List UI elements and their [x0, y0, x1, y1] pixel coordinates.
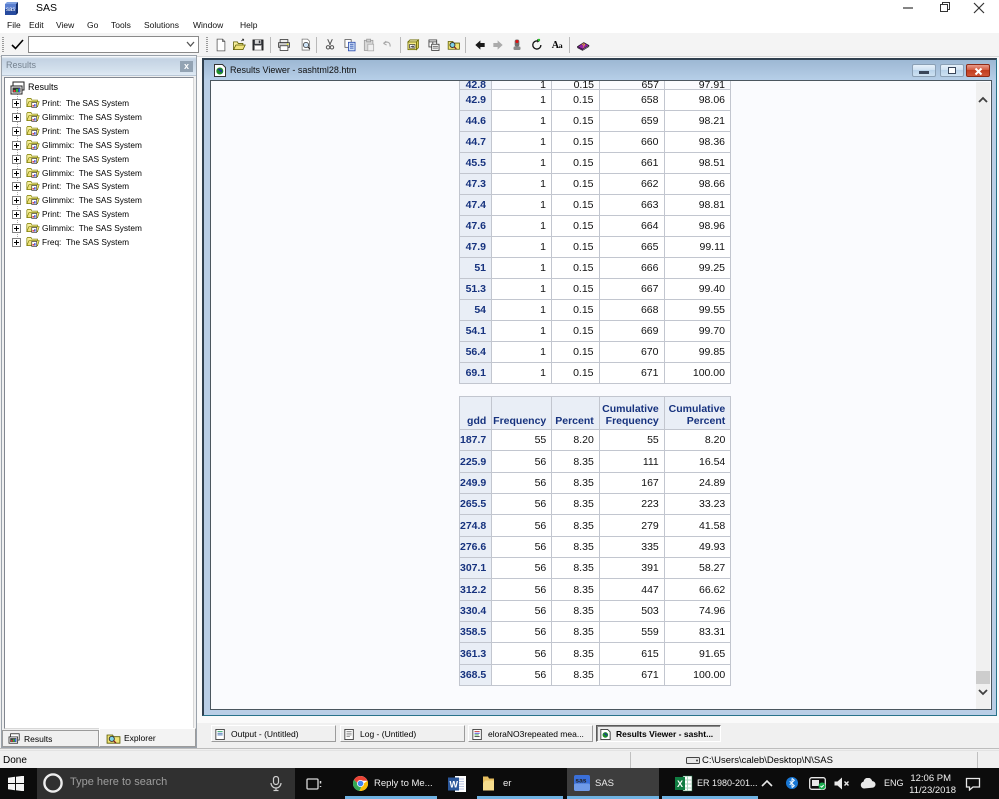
svg-text:a: a — [559, 41, 563, 50]
svg-text:?: ? — [582, 44, 586, 50]
svg-text:sas: sas — [6, 7, 15, 13]
svg-text:sas: sas — [575, 778, 586, 785]
svg-text:X: X — [677, 779, 683, 789]
svg-text:W: W — [450, 780, 459, 790]
